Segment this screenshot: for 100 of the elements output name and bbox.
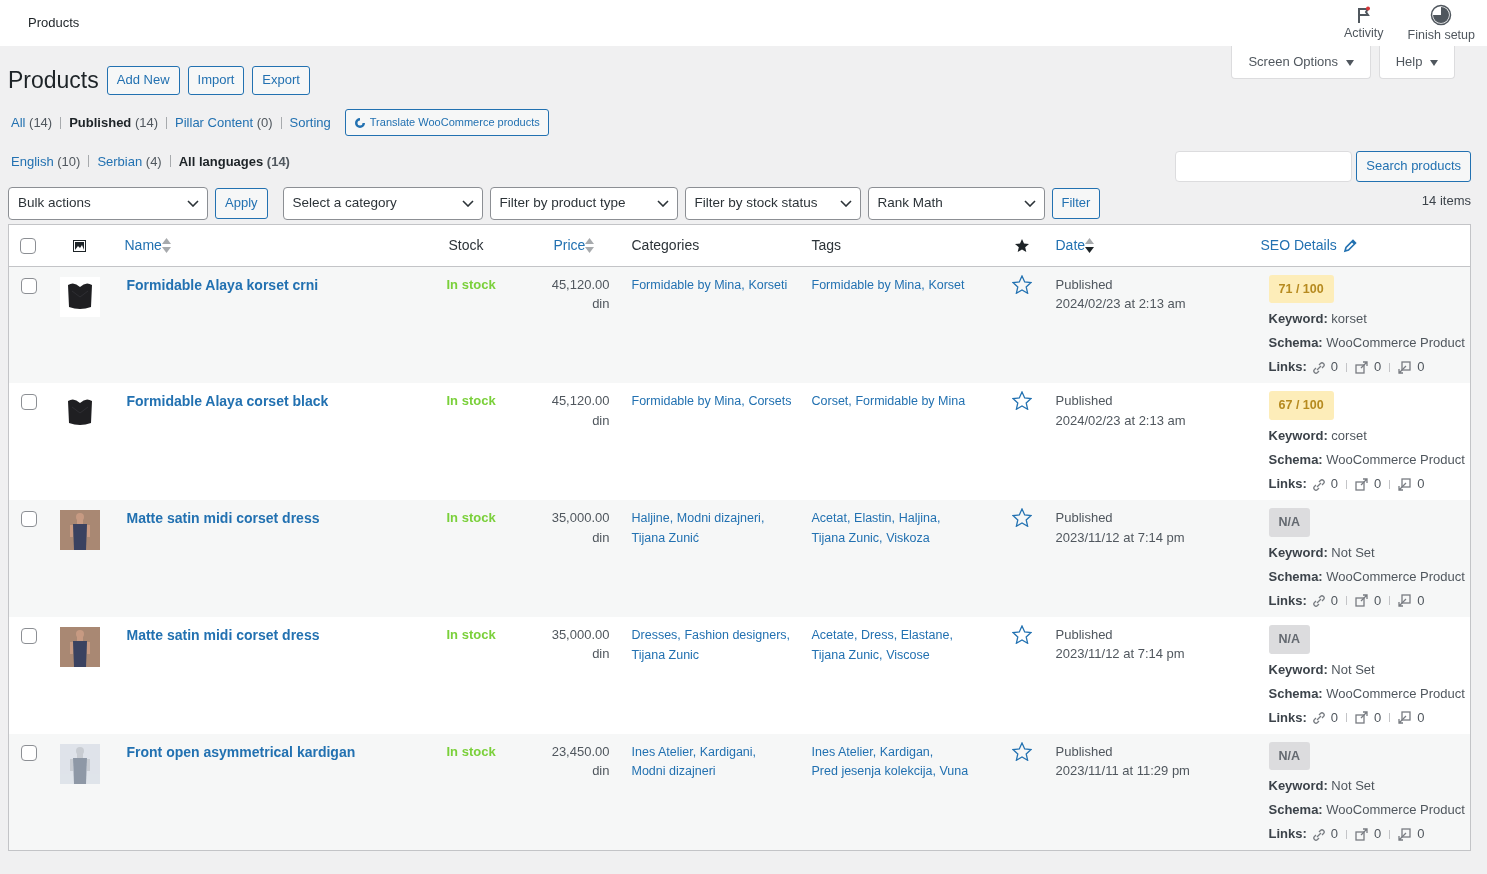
star-icon[interactable] xyxy=(1011,624,1032,644)
row-checkbox[interactable] xyxy=(21,511,37,528)
category-link[interactable]: Formidable by Mina, xyxy=(631,277,745,292)
tag-link[interactable]: Kardigan, xyxy=(879,744,934,759)
column-header-link[interactable]: SEO Details xyxy=(1260,236,1337,253)
post-date: 2024/02/23 at 2:13 am xyxy=(1055,295,1187,314)
filter-select[interactable]: Filter by stock status xyxy=(684,187,861,220)
link-count: 0 xyxy=(1330,475,1339,494)
row-checkbox[interactable] xyxy=(21,394,37,411)
category-link[interactable]: Kardigani, xyxy=(699,744,757,759)
action-button[interactable]: Add New xyxy=(106,66,180,95)
tag-link[interactable]: Haljina, xyxy=(898,511,941,526)
tag-link[interactable]: Acetate, xyxy=(811,627,858,642)
filter-select[interactable]: Rank Math xyxy=(867,187,1045,220)
link-count: 0 xyxy=(1417,475,1425,494)
tag-link[interactable]: Formidable by Mina, xyxy=(811,277,925,292)
row-checkbox[interactable] xyxy=(21,277,37,294)
category-link[interactable]: Tijana Zunić xyxy=(631,530,700,545)
product-name-link[interactable]: Formidable Alaya corset black xyxy=(126,393,329,410)
keyword-text: Keyword: Not Set xyxy=(1268,660,1376,679)
filter-select[interactable]: Filter by product type xyxy=(489,187,678,220)
toolbar-button[interactable]: Finish setup xyxy=(1403,3,1479,43)
link-count: 0 xyxy=(1330,591,1339,610)
tag-link[interactable]: Tijana Zunic, xyxy=(811,647,883,662)
category-link[interactable]: Ines Atelier, xyxy=(631,744,697,759)
tag-link[interactable]: Pred jesenja kolekcija, xyxy=(811,764,936,779)
apply-button[interactable]: Apply xyxy=(215,188,268,219)
toolbar-button[interactable]: Activity xyxy=(1340,5,1388,41)
select-all-checkbox[interactable] xyxy=(20,237,36,254)
links-label: Links: xyxy=(1268,825,1307,844)
tag-link[interactable]: Elastane, xyxy=(900,627,953,642)
post-date: 2023/11/12 at 7:14 pm xyxy=(1055,528,1186,547)
translate-button[interactable]: Translate WooCommerce products xyxy=(344,108,549,137)
category-link[interactable]: Haljine, xyxy=(631,511,674,526)
pencil-icon[interactable] xyxy=(1342,238,1357,253)
category-link[interactable]: Korseti xyxy=(748,277,788,292)
tag-link[interactable]: Vuna xyxy=(939,764,969,779)
external-link-icon xyxy=(1355,594,1369,608)
row-checkbox[interactable] xyxy=(21,744,37,761)
post-date: 2024/02/23 at 2:13 am xyxy=(1055,411,1187,430)
product-name-link[interactable]: Matte satin midi corset dress xyxy=(126,510,320,527)
star-icon[interactable] xyxy=(1011,508,1032,528)
keyword-text: Keyword: corset xyxy=(1268,427,1368,446)
category-link[interactable]: Modni dizajneri, xyxy=(676,511,765,526)
post-date: 2023/11/11 at 11:29 pm xyxy=(1055,762,1191,781)
product-name-link[interactable]: Front open asymmetrical kardigan xyxy=(126,743,356,760)
filter-link[interactable]: Published (14) xyxy=(69,112,159,133)
keyword-text: Keyword: Not Set xyxy=(1268,543,1376,562)
star-icon[interactable] xyxy=(1011,741,1032,761)
price-text: 23,450.00 din xyxy=(550,742,610,781)
column-header-link[interactable]: Date xyxy=(1055,236,1086,253)
category-link[interactable]: Corsets xyxy=(748,394,792,409)
category-link[interactable]: Modni dizajneri xyxy=(631,764,716,779)
filter-link[interactable]: All (14) xyxy=(11,112,53,133)
filter-button[interactable]: Filter xyxy=(1051,188,1101,219)
bulk-actions-select[interactable]: Bulk actions xyxy=(8,187,208,220)
star-icon[interactable] xyxy=(1011,391,1032,411)
category-link[interactable]: Dresses, xyxy=(631,627,681,642)
tag-link[interactable]: Dress, xyxy=(861,627,898,642)
seo-score-badge: 71 / 100 xyxy=(1268,274,1334,304)
screen-tab[interactable]: Screen Options xyxy=(1231,46,1371,79)
product-name-link[interactable]: Formidable Alaya korset crni xyxy=(126,276,319,293)
price-text: 45,120.00 din xyxy=(550,392,610,430)
tag-link[interactable]: Viskoza xyxy=(886,530,930,545)
tag-link[interactable]: Acetat, xyxy=(811,511,851,526)
category-link[interactable]: Tijana Zunic xyxy=(631,647,700,662)
item-count: 14 items xyxy=(1421,192,1471,211)
link-count: 0 xyxy=(1330,825,1339,844)
link-count: 0 xyxy=(1330,708,1339,727)
category-link[interactable]: Fashion designers, xyxy=(684,627,791,642)
screen-tab[interactable]: Help xyxy=(1378,46,1455,79)
filter-link[interactable]: Sorting xyxy=(289,112,331,133)
filter-link[interactable]: Serbian (4) xyxy=(97,151,162,172)
filter-link[interactable]: All languages (14) xyxy=(178,151,290,172)
links-label: Links: xyxy=(1268,358,1307,377)
action-button[interactable]: Export xyxy=(252,66,310,95)
column-header-link[interactable]: Price xyxy=(553,236,586,253)
tag-link[interactable]: Corset, xyxy=(811,394,852,409)
filter-link[interactable]: Pillar Content (0) xyxy=(175,112,273,133)
image-icon xyxy=(73,239,86,252)
product-name-link[interactable]: Matte satin midi corset dress xyxy=(126,626,320,643)
tag-link[interactable]: Korset xyxy=(928,277,965,292)
tag-link[interactable]: Ines Atelier, xyxy=(811,744,877,759)
tag-link[interactable]: Formidable by Mina xyxy=(855,394,966,409)
links-label: Links: xyxy=(1268,591,1307,610)
star-icon[interactable] xyxy=(1011,274,1032,294)
row-checkbox[interactable] xyxy=(21,627,37,644)
filter-link[interactable]: English (10) xyxy=(11,151,81,172)
sort-icon[interactable] xyxy=(1085,238,1095,254)
tag-link[interactable]: Viscose xyxy=(886,647,930,662)
search-button[interactable]: Search products xyxy=(1356,151,1471,183)
action-button[interactable]: Import xyxy=(187,66,245,95)
column-header-link[interactable]: Name xyxy=(124,236,162,253)
tag-link[interactable]: Elastin, xyxy=(854,511,896,526)
link-icon xyxy=(1311,711,1325,725)
filter-select[interactable]: Select a category xyxy=(282,187,483,220)
tag-link[interactable]: Tijana Zunic, xyxy=(811,530,883,545)
link-count: 0 xyxy=(1374,475,1382,494)
category-link[interactable]: Formidable by Mina, xyxy=(631,394,745,409)
search-field[interactable] xyxy=(1175,151,1353,183)
